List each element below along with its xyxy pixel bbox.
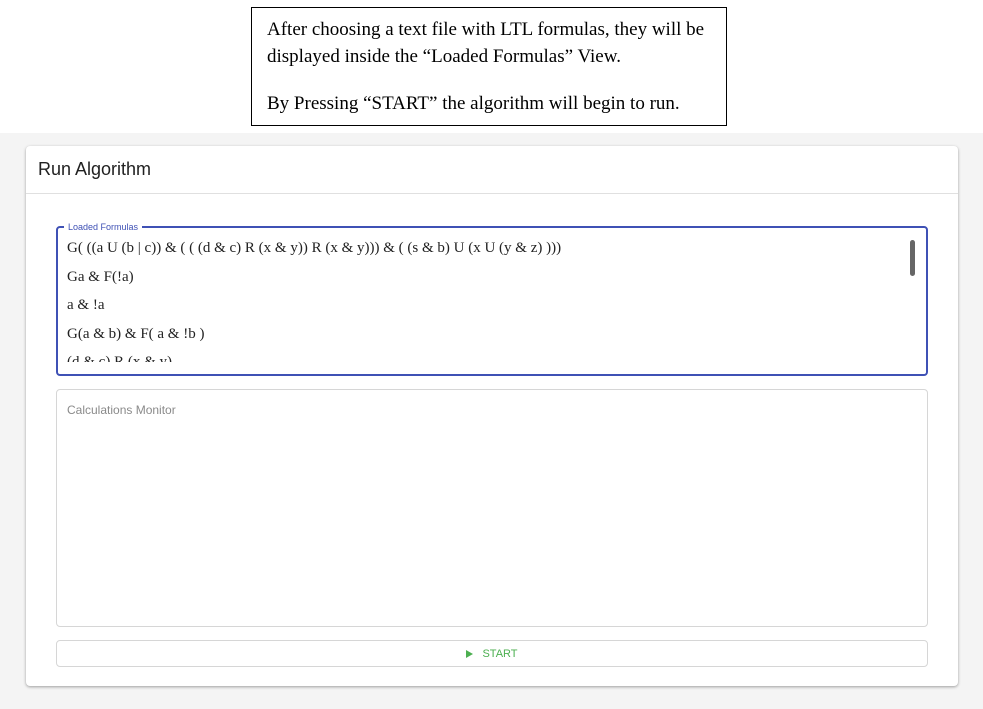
formula-item[interactable]: Ga & F(!a) [67, 266, 904, 295]
formulas-scrollbar[interactable] [910, 240, 915, 276]
formulas-list[interactable]: G( ((a U (b | c)) & ( ( (d & c) R (x & y… [67, 237, 904, 362]
calculations-monitor[interactable]: Calculations Monitor [56, 389, 928, 627]
play-icon [466, 649, 474, 658]
start-button[interactable]: START [56, 640, 928, 667]
annotation-callout: After choosing a text file with LTL form… [251, 7, 727, 126]
annotation-paragraph: By Pressing “START” the algorithm will b… [267, 93, 680, 114]
start-button-label: START [482, 647, 518, 660]
formula-item[interactable]: (d & c) R (x & y) [67, 351, 904, 362]
calculations-monitor-placeholder: Calculations Monitor [67, 403, 176, 417]
annotation-paragraph: After choosing a text file with LTL form… [267, 19, 705, 67]
loaded-formulas-field[interactable]: Loaded Formulas G( ((a U (b | c)) & ( ( … [56, 220, 928, 376]
formula-item[interactable]: G(a & b) & F( a & !b ) [67, 323, 904, 352]
card-title: Run Algorithm [26, 146, 958, 194]
formula-item[interactable]: G( ((a U (b | c)) & ( ( (d & c) R (x & y… [67, 237, 904, 266]
loaded-formulas-label: Loaded Formulas [64, 220, 143, 234]
run-algorithm-card: Run Algorithm Loaded Formulas G( ((a U (… [26, 146, 958, 686]
formula-item[interactable]: a & !a [67, 294, 904, 323]
